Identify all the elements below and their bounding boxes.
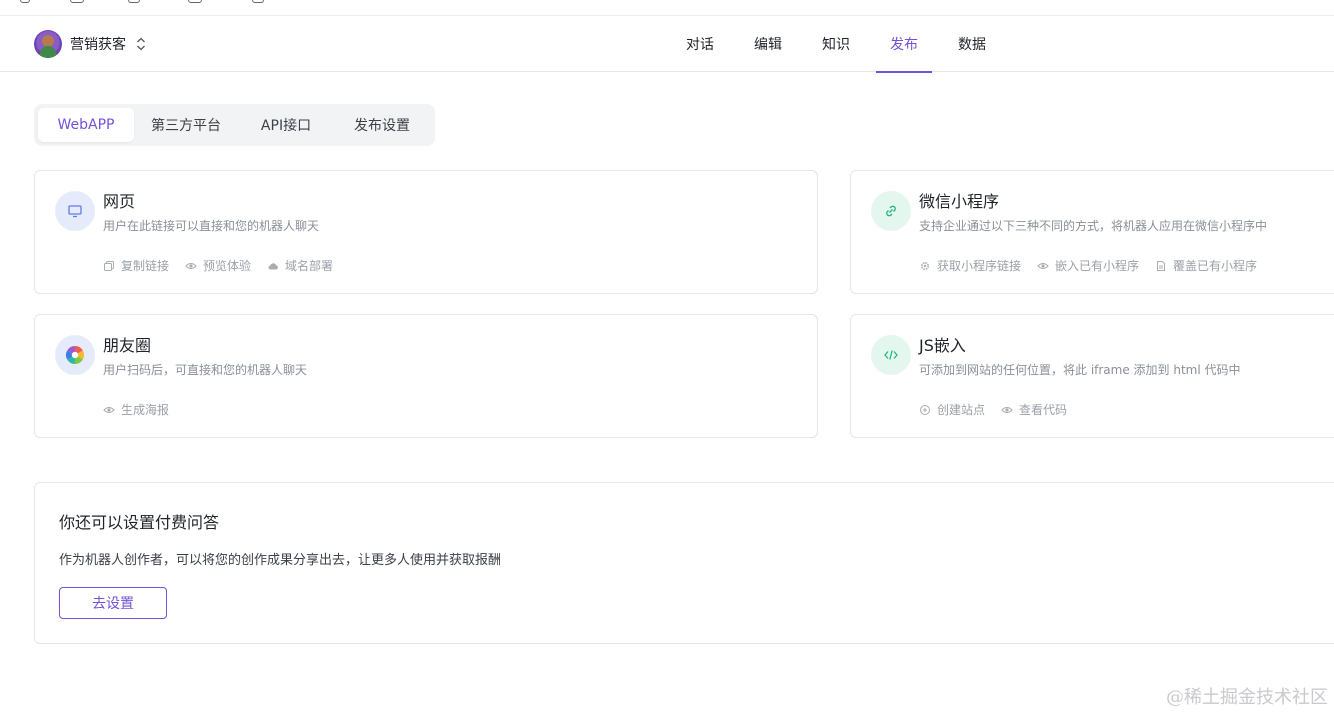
card-description: 支持企业通过以下三种不同的方式，将机器人应用在微信小程序中 — [919, 219, 1268, 233]
card-description: 可添加到网站的任何位置，将此 iframe 添加到 html 代码中 — [919, 363, 1241, 377]
toolbar-icon — [128, 0, 140, 3]
action-label: 复制链接 — [121, 259, 170, 273]
moments-card: 朋友圈 用户扫码后，可直接和您的机器人聊天 生成海报 — [34, 314, 818, 438]
browser-toolbar-strip — [0, 0, 1334, 16]
action-label: 域名部署 — [285, 259, 334, 273]
card-title: 网页 — [103, 192, 136, 211]
plus-circle-icon — [920, 404, 930, 415]
js-embed-card: JS嵌入 可添加到网站的任何位置，将此 iframe 添加到 html 代码中 … — [850, 314, 1334, 438]
action-label: 覆盖已有小程序 — [1173, 259, 1258, 273]
cloud-icon — [268, 262, 278, 269]
code-icon — [871, 335, 911, 375]
action-label: 查看代码 — [1019, 403, 1068, 417]
toolbar-icon — [252, 0, 264, 3]
avatar — [34, 30, 62, 58]
eye-icon — [1037, 262, 1049, 269]
action-label: 获取小程序链接 — [937, 259, 1022, 273]
card-title: 微信小程序 — [919, 192, 1000, 211]
webpage-card: 网页 用户在此链接可以直接和您的机器人聊天 复制链接 预览体验 域名部署 — [34, 170, 818, 294]
embed-existing-miniprogram-button[interactable]: 嵌入已有小程序 — [1037, 257, 1139, 274]
card-description: 用户在此链接可以直接和您的机器人聊天 — [103, 219, 320, 233]
publish-channel-tabs: WebAPP 第三方平台 API接口 发布设置 — [34, 104, 435, 146]
view-code-button[interactable]: 查看代码 — [1001, 401, 1067, 418]
gear-icon — [920, 261, 930, 270]
card-actions: 复制链接 预览体验 域名部署 — [103, 257, 349, 274]
eye-icon — [185, 262, 197, 269]
card-actions: 获取小程序链接 嵌入已有小程序 覆盖已有小程序 — [919, 257, 1273, 274]
tab-api[interactable]: API接口 — [238, 108, 334, 142]
monitor-icon — [55, 191, 95, 231]
paid-qa-description: 作为机器人创作者，可以将您的创作成果分享出去，让更多人使用并获取报酬 — [59, 553, 502, 568]
tab-third-party[interactable]: 第三方平台 — [134, 108, 238, 142]
action-label: 预览体验 — [203, 259, 252, 273]
toolbar-icon — [188, 0, 202, 3]
toolbar-icon — [70, 0, 84, 3]
preview-button[interactable]: 预览体验 — [185, 257, 251, 274]
chevron-updown-icon — [137, 37, 145, 51]
nav-tab-chat[interactable]: 对话 — [666, 16, 734, 72]
generate-poster-button[interactable]: 生成海报 — [103, 401, 169, 418]
paid-qa-card: 你还可以设置付费问答 作为机器人创作者，可以将您的创作成果分享出去，让更多人使用… — [34, 482, 1334, 644]
copy-icon — [104, 260, 114, 271]
action-label: 生成海报 — [121, 403, 170, 417]
create-site-button[interactable]: 创建站点 — [919, 401, 985, 418]
app-header: 营销获客 对话 编辑 知识 发布 数据 — [0, 16, 1334, 73]
tab-webapp[interactable]: WebAPP — [38, 108, 134, 142]
nav-tab-knowledge[interactable]: 知识 — [802, 16, 870, 72]
get-miniprogram-link-button[interactable]: 获取小程序链接 — [919, 257, 1021, 274]
watermark: @稀土掘金技术社区 — [1166, 687, 1328, 708]
nav-tab-edit[interactable]: 编辑 — [734, 16, 802, 72]
top-nav: 对话 编辑 知识 发布 数据 — [666, 16, 1006, 73]
app-switcher[interactable]: 营销获客 — [34, 30, 146, 58]
miniprogram-card: 微信小程序 支持企业通过以下三种不同的方式，将机器人应用在微信小程序中 获取小程… — [850, 170, 1334, 294]
app-name: 营销获客 — [70, 37, 126, 53]
document-icon — [1157, 260, 1166, 271]
action-label: 嵌入已有小程序 — [1055, 259, 1140, 273]
card-title: JS嵌入 — [919, 336, 966, 355]
tab-publish-settings[interactable]: 发布设置 — [334, 108, 430, 142]
copy-link-button[interactable]: 复制链接 — [103, 257, 169, 274]
aperture-icon — [55, 335, 95, 375]
card-actions: 生成海报 — [103, 401, 185, 418]
toolbar-icon — [20, 0, 30, 3]
eye-icon — [103, 406, 115, 413]
domain-deploy-button[interactable]: 域名部署 — [267, 257, 333, 274]
eye-icon — [1001, 406, 1013, 413]
paid-qa-title: 你还可以设置付费问答 — [59, 513, 220, 532]
card-actions: 创建站点 查看代码 — [919, 401, 1083, 418]
overwrite-existing-miniprogram-button[interactable]: 覆盖已有小程序 — [1155, 257, 1257, 274]
nav-tab-data[interactable]: 数据 — [938, 16, 1006, 72]
nav-tab-publish[interactable]: 发布 — [870, 16, 938, 73]
link-icon — [871, 191, 911, 231]
go-setup-button[interactable]: 去设置 — [59, 587, 167, 619]
card-title: 朋友圈 — [103, 336, 152, 355]
card-description: 用户扫码后，可直接和您的机器人聊天 — [103, 363, 308, 377]
action-label: 创建站点 — [937, 403, 986, 417]
